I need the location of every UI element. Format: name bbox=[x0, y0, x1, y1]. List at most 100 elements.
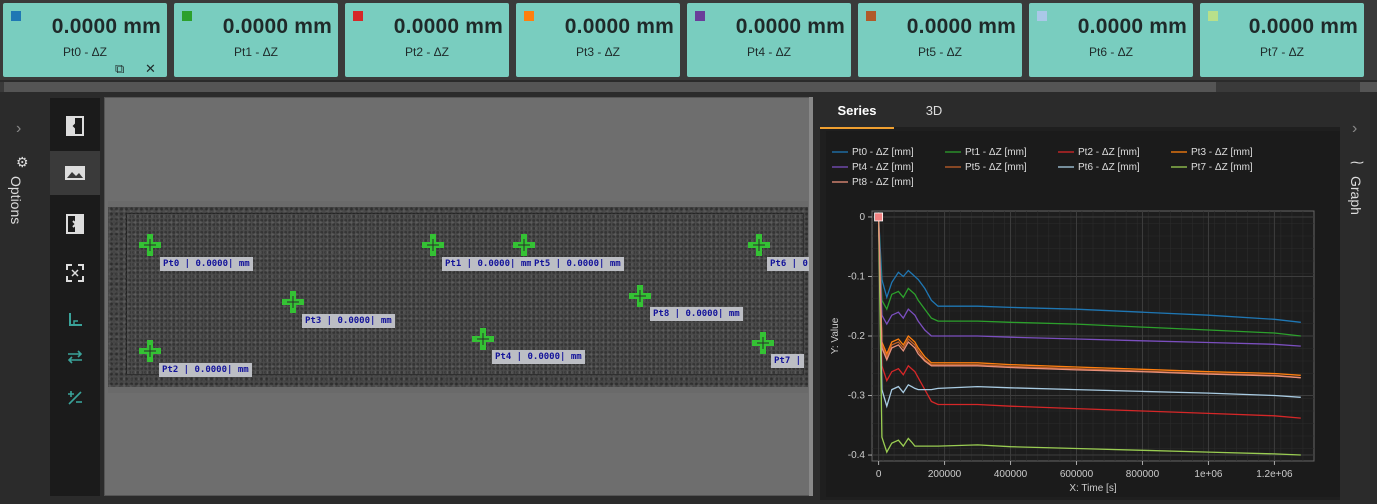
chart-legend: Pt0 - ΔZ [mm] Pt1 - ΔZ [mm] Pt2 - ΔZ [mm] P… bbox=[832, 147, 1253, 188]
image-icon bbox=[65, 166, 85, 180]
card-pt6[interactable]: 0.0000 mm Pt6 - ΔZ bbox=[1029, 3, 1193, 77]
card-value: 0.0000 mm bbox=[735, 15, 845, 38]
tracking-marker-pt6[interactable] bbox=[747, 233, 771, 257]
x-axis-label: X: Time [s] bbox=[1069, 483, 1116, 494]
tracking-marker-pt8[interactable] bbox=[628, 284, 652, 308]
card-pt7[interactable]: 0.0000 mm Pt7 - ΔZ bbox=[1200, 3, 1364, 77]
plus-minus-icon bbox=[68, 391, 82, 405]
card-label: Pt0 - ΔZ bbox=[62, 45, 108, 59]
tracking-marker-pt0[interactable] bbox=[138, 233, 162, 257]
cards-scroll-right[interactable] bbox=[1360, 82, 1377, 92]
point-label-pt2: Pt2 | 0.0000| mm bbox=[159, 363, 252, 377]
tracking-marker-pt5[interactable] bbox=[512, 233, 536, 257]
x-tick-label: 200000 bbox=[928, 469, 962, 480]
point-label-pt7: Pt7 | bbox=[771, 354, 805, 368]
legend-entry: Pt2 - ΔZ [mm] bbox=[1078, 147, 1140, 158]
card-label: Pt2 - ΔZ bbox=[404, 45, 450, 59]
panel-left-icon bbox=[66, 116, 84, 136]
card-label: Pt3 - ΔZ bbox=[575, 45, 621, 59]
chevron-right-icon[interactable]: › bbox=[16, 120, 21, 138]
panel-left-button[interactable] bbox=[50, 104, 100, 148]
y-tick-label: -0.4 bbox=[848, 450, 866, 461]
legend-entry: Pt4 - ΔZ [mm] bbox=[852, 162, 914, 173]
color-swatch bbox=[11, 11, 21, 21]
tracking-marker-pt7[interactable] bbox=[751, 331, 775, 355]
specimen-edge-bottom bbox=[108, 387, 808, 393]
x-tick-label: 600000 bbox=[1060, 469, 1094, 480]
color-swatch bbox=[353, 11, 363, 21]
graph-panel: Series 3D Pt0 - ΔZ [mm] Pt1 - ΔZ [mm] Pt2 … bbox=[820, 97, 1370, 500]
card-pt1[interactable]: 0.0000 mm Pt1 - ΔZ bbox=[174, 3, 338, 77]
point-label-pt1: Pt1 | 0.0000| mm bbox=[442, 257, 535, 271]
card-label: Pt1 - ΔZ bbox=[233, 45, 279, 59]
color-swatch bbox=[866, 11, 876, 21]
expand-icon bbox=[66, 264, 84, 282]
point-label-pt0: Pt0 | 0.0000| mm bbox=[160, 257, 253, 271]
cards-scrollbar[interactable] bbox=[4, 82, 1216, 92]
graph-panel-strip[interactable]: › ⁓ Graph bbox=[1340, 96, 1377, 504]
viewer-scrollbar[interactable] bbox=[809, 97, 813, 496]
tab-series[interactable]: Series bbox=[820, 97, 894, 129]
legend-entry: Pt0 - ΔZ [mm] bbox=[852, 147, 914, 158]
card-label: Pt7 - ΔZ bbox=[1259, 45, 1305, 59]
image-view-button[interactable] bbox=[50, 151, 100, 195]
card-pt0[interactable]: 0.0000 mm Pt0 - ΔZ ⧉ ✕ bbox=[3, 3, 167, 77]
card-value: 0.0000 mm bbox=[393, 15, 503, 38]
color-swatch bbox=[182, 11, 192, 21]
panel-right-button[interactable] bbox=[50, 202, 100, 246]
copy-icon[interactable]: ⧉ bbox=[115, 61, 124, 77]
fit-view-button[interactable] bbox=[50, 251, 100, 295]
swap-button[interactable] bbox=[50, 335, 100, 379]
card-pt2[interactable]: 0.0000 mm Pt2 - ΔZ bbox=[345, 3, 509, 77]
color-swatch bbox=[1037, 11, 1047, 21]
tracking-marker-pt2[interactable] bbox=[138, 339, 162, 363]
tracking-marker-pt1[interactable] bbox=[421, 233, 445, 257]
options-label[interactable]: Options bbox=[8, 176, 24, 224]
graph-label[interactable]: Graph bbox=[1348, 176, 1364, 215]
point-label-pt4: Pt4 | 0.0000| mm bbox=[492, 350, 585, 364]
options-panel-strip[interactable]: › ⚙ Options bbox=[0, 96, 46, 504]
specimen-edge-top bbox=[108, 201, 808, 207]
image-viewer[interactable]: Pt0 | 0.0000| mm Pt1 | 0.0000| mm Pt5 | … bbox=[104, 97, 811, 496]
chevron-right-icon[interactable]: › bbox=[1352, 120, 1357, 138]
y-tick-label: -0.2 bbox=[848, 331, 866, 342]
plus-minus-button[interactable] bbox=[50, 376, 100, 420]
graph-tabs: Series 3D bbox=[820, 97, 1340, 129]
color-swatch bbox=[695, 11, 705, 21]
card-value: 0.0000 mm bbox=[222, 15, 332, 38]
tracking-marker-pt4[interactable] bbox=[471, 327, 495, 351]
panel-right-icon bbox=[66, 214, 84, 234]
card-label: Pt5 - ΔZ bbox=[917, 45, 963, 59]
legend-entry: Pt8 - ΔZ [mm] bbox=[852, 177, 914, 188]
card-value: 0.0000 mm bbox=[1077, 15, 1187, 38]
y-tick-label: 0 bbox=[859, 212, 865, 223]
tracking-marker-pt3[interactable] bbox=[281, 290, 305, 314]
point-label-pt5: Pt5 | 0.0000| mm bbox=[531, 257, 624, 271]
x-tick-label: 1e+06 bbox=[1194, 469, 1223, 480]
card-pt5[interactable]: 0.0000 mm Pt5 - ΔZ bbox=[858, 3, 1022, 77]
y-tick-label: -0.3 bbox=[848, 391, 866, 402]
tab-3d[interactable]: 3D bbox=[906, 97, 962, 127]
x-tick-label: 800000 bbox=[1126, 469, 1160, 480]
x-tick-label: 400000 bbox=[994, 469, 1028, 480]
card-pt3[interactable]: 0.0000 mm Pt3 - ΔZ bbox=[516, 3, 680, 77]
card-label: Pt4 - ΔZ bbox=[746, 45, 792, 59]
legend-entry: Pt3 - ΔZ [mm] bbox=[1191, 147, 1253, 158]
point-label-pt8: Pt8 | 0.0000| mm bbox=[650, 307, 743, 321]
color-swatch bbox=[524, 11, 534, 21]
view-toolbar bbox=[50, 98, 100, 496]
legend-entry: Pt6 - ΔZ [mm] bbox=[1078, 162, 1140, 173]
series-chart[interactable]: Pt0 - ΔZ [mm] Pt1 - ΔZ [mm] Pt2 - ΔZ [mm] P… bbox=[826, 131, 1344, 497]
legend-entry: Pt5 - ΔZ [mm] bbox=[965, 162, 1027, 173]
close-icon[interactable]: ✕ bbox=[145, 61, 156, 77]
point-label-pt3: Pt3 | 0.0000| mm bbox=[302, 314, 395, 328]
x-tick-label: 0 bbox=[876, 469, 882, 480]
card-pt4[interactable]: 0.0000 mm Pt4 - ΔZ bbox=[687, 3, 851, 77]
axis-icon bbox=[69, 313, 82, 326]
card-value: 0.0000 mm bbox=[1248, 15, 1358, 38]
point-label-pt6: Pt6 | 0 bbox=[767, 257, 811, 271]
card-label: Pt6 - ΔZ bbox=[1088, 45, 1134, 59]
x-tick-label: 1.2e+06 bbox=[1256, 469, 1293, 480]
swap-arrows-icon bbox=[67, 350, 83, 364]
plot-area[interactable]: Pt0 - ΔZ [mm] Pt1 - ΔZ [mm] Pt2 - ΔZ [mm] P… bbox=[826, 131, 1344, 497]
